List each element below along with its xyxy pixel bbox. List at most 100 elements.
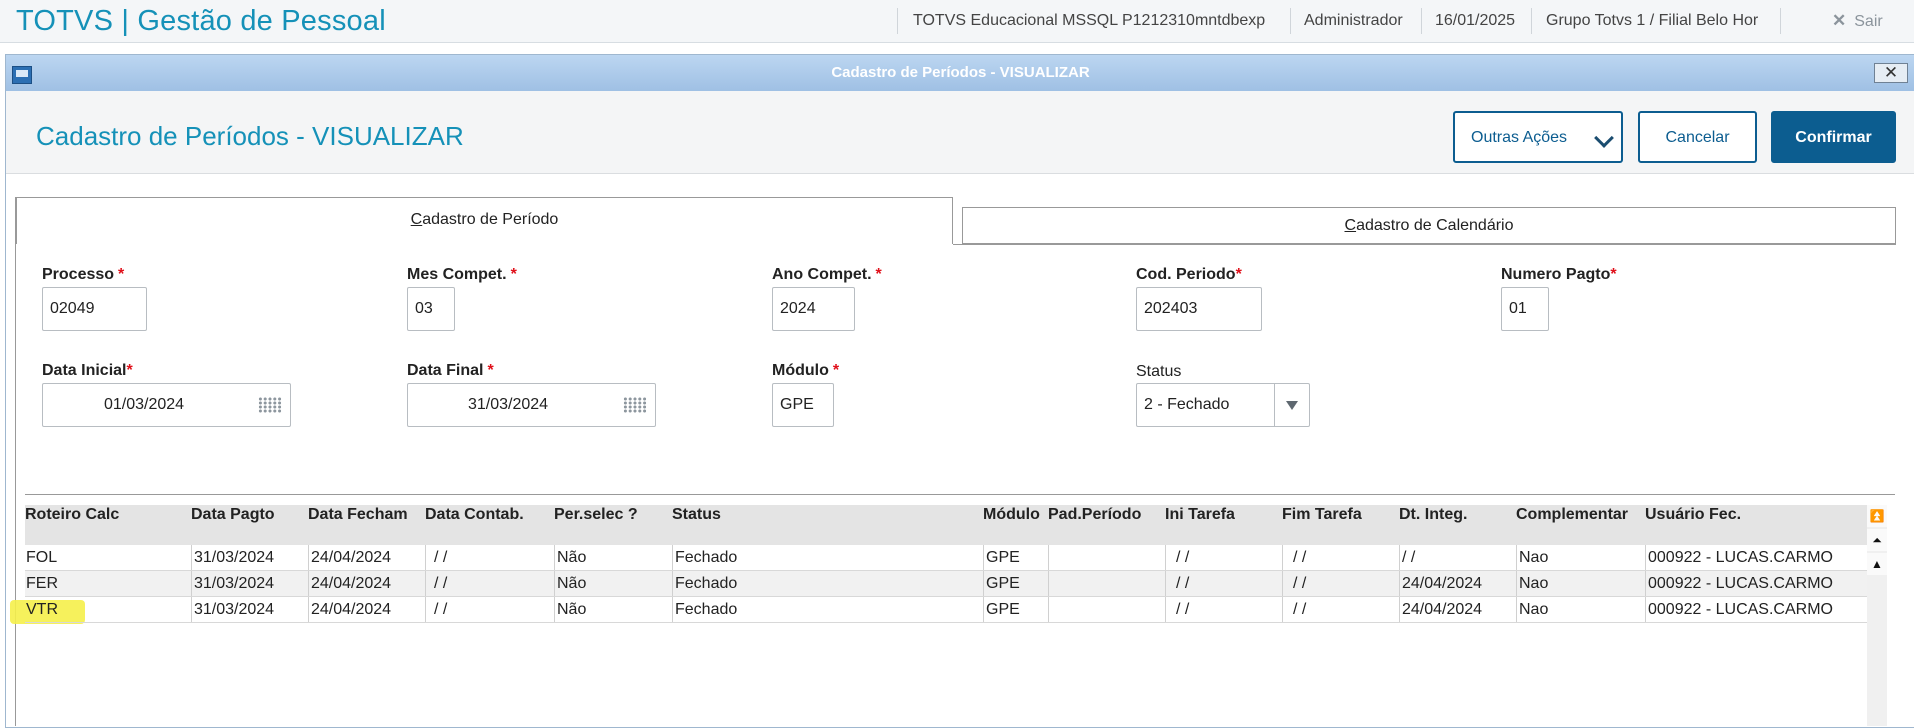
table-cell: GPE [983, 597, 1048, 622]
table-cell: Fechado [672, 545, 983, 570]
branch-label: Grupo Totvs 1 / Filial Belo Hor [1546, 12, 1759, 29]
column-header[interactable]: Complementar [1516, 505, 1628, 525]
date-label: 16/01/2025 [1435, 12, 1516, 29]
header-divider [1780, 8, 1781, 34]
table-cell: 24/04/2024 [308, 597, 425, 622]
calendar-icon[interactable] [623, 397, 647, 413]
exit-label: Sair [1854, 13, 1883, 30]
column-header[interactable]: Status [672, 505, 721, 525]
data-final-value: 31/03/2024 [468, 396, 549, 413]
chevron-down-icon [1286, 401, 1298, 410]
column-header[interactable]: Usuário Fec. [1645, 505, 1741, 525]
scroll-page-up-icon[interactable]: ⏶ [1867, 529, 1887, 551]
table-cell: Fechado [672, 571, 983, 596]
numero-pagto-field[interactable]: 01 [1501, 287, 1549, 331]
table-cell: / / [1282, 571, 1399, 596]
table-cell: / / [1282, 545, 1399, 570]
table-cell: 31/03/2024 [191, 571, 308, 596]
column-header[interactable]: Data Pagto [191, 505, 275, 525]
column-header[interactable]: Módulo [983, 505, 1040, 525]
table-cell: 000922 - LUCAS.CARMO [1645, 597, 1867, 622]
cod-periodo-field[interactable]: 202403 [1136, 287, 1262, 331]
table-row[interactable]: VTR 31/03/2024 24/04/2024 / / Não Fechado GPE… [25, 597, 1867, 623]
scroll-up-icon[interactable]: ▲ [1867, 553, 1887, 575]
data-inicial-value: 01/03/2024 [104, 396, 185, 413]
grid-divider [25, 494, 1895, 495]
tab-cadastro-calendario[interactable]: Cadastro de Calendário [962, 207, 1896, 244]
mes-compet-field[interactable]: 03 [407, 287, 455, 331]
column-header[interactable]: Data Contab. [425, 505, 524, 525]
table-cell: GPE [983, 545, 1048, 570]
scroll-top-icon[interactable]: ⏫ [1867, 505, 1887, 527]
dialog-close-button[interactable]: ✕ [1874, 63, 1908, 83]
table-cell: / / [1165, 597, 1282, 622]
close-icon: ✕ [1832, 11, 1847, 30]
table-cell: FER [26, 575, 58, 592]
table-cell: Não [554, 571, 672, 596]
table-cell: / / [425, 545, 554, 570]
dropdown-button[interactable] [1274, 384, 1309, 426]
table-cell [1048, 597, 1165, 622]
header-divider [1531, 8, 1532, 34]
exit-button[interactable]: ✕ Sair [1832, 0, 1883, 42]
column-header[interactable]: Pad.Período [1048, 505, 1141, 525]
table-cell [1048, 571, 1165, 596]
table-cell: 24/04/2024 [308, 571, 425, 596]
ano-compet-label: Ano Compet. * [772, 266, 882, 283]
table-cell: / / [425, 597, 554, 622]
column-header[interactable]: Data Fecham [308, 505, 408, 525]
chevron-down-icon [1594, 128, 1614, 148]
table-cell: GPE [983, 571, 1048, 596]
top-header: TOTVS | Gestão de Pessoal TOTVS Educacio… [0, 0, 1914, 43]
calendar-icon[interactable] [258, 397, 282, 413]
data-final-field[interactable]: 31/03/2024 [407, 383, 656, 427]
table-cell: 24/04/2024 [1399, 571, 1516, 596]
modulo-label: Módulo * [772, 362, 840, 379]
processo-field[interactable]: 02049 [42, 287, 147, 331]
table-row[interactable]: FER 31/03/2024 24/04/2024 / / Não Fechado GPE… [25, 571, 1867, 597]
confirm-button[interactable]: Confirmar [1771, 111, 1896, 163]
status-select[interactable]: 2 - Fechado [1136, 383, 1310, 427]
table-cell: 000922 - LUCAS.CARMO [1645, 545, 1867, 570]
table-cell: Nao [1516, 597, 1645, 622]
table-cell: 24/04/2024 [1399, 597, 1516, 622]
table-cell: / / [1165, 545, 1282, 570]
modulo-field[interactable]: GPE [772, 383, 834, 427]
table-cell: 000922 - LUCAS.CARMO [1645, 571, 1867, 596]
grid-scrollbar[interactable]: ⏫ ⏶ ▲ [1867, 505, 1887, 726]
cod-periodo-label: Cod. Periodo* [1136, 266, 1242, 283]
grid-header: Roteiro Calc Data Pagto Data Fecham Data… [25, 505, 1867, 545]
user-label: Administrador [1304, 12, 1403, 29]
table-cell: / / [1165, 571, 1282, 596]
numero-pagto-label: Numero Pagto* [1501, 266, 1617, 283]
table-cell: Não [554, 597, 672, 622]
data-inicial-field[interactable]: 01/03/2024 [42, 383, 291, 427]
other-actions-button[interactable]: Outras Ações [1453, 111, 1623, 163]
dialog-titlebar: Cadastro de Períodos - VISUALIZAR ✕ [6, 55, 1914, 91]
data-inicial-label: Data Inicial* [42, 362, 133, 379]
column-header[interactable]: Per.selec ? [554, 505, 638, 525]
column-header[interactable]: Dt. Integ. [1399, 505, 1467, 525]
tab-label: adastro de Período [422, 211, 559, 228]
table-cell: / / [1282, 597, 1399, 622]
data-final-label: Data Final * [407, 362, 494, 379]
mes-compet-label: Mes Compet. * [407, 266, 517, 283]
cancel-button[interactable]: Cancelar [1638, 111, 1757, 163]
processo-label: Processo * [42, 266, 125, 283]
ano-compet-field[interactable]: 2024 [772, 287, 855, 331]
table-row[interactable]: FOL 31/03/2024 24/04/2024 / / Não Fechado GPE… [25, 545, 1867, 571]
column-header[interactable]: Ini Tarefa [1165, 505, 1235, 525]
status-value: 2 - Fechado [1144, 396, 1230, 413]
tab-cadastro-periodo[interactable]: Cadastro de Período [16, 197, 953, 244]
tab-label: adastro de Calendário [1356, 217, 1514, 234]
status-label: Status [1136, 363, 1182, 380]
tab-accelerator: C [1344, 217, 1357, 234]
table-cell: / / [425, 571, 554, 596]
environment-label: TOTVS Educacional MSSQL P1212310mntdbexp [913, 12, 1266, 29]
table-cell: Não [554, 545, 672, 570]
table-cell: / / [1399, 545, 1516, 570]
column-header[interactable]: Fim Tarefa [1282, 505, 1362, 525]
column-header[interactable]: Roteiro Calc [25, 505, 119, 525]
header-divider [897, 8, 898, 34]
table-cell: Fechado [672, 597, 983, 622]
